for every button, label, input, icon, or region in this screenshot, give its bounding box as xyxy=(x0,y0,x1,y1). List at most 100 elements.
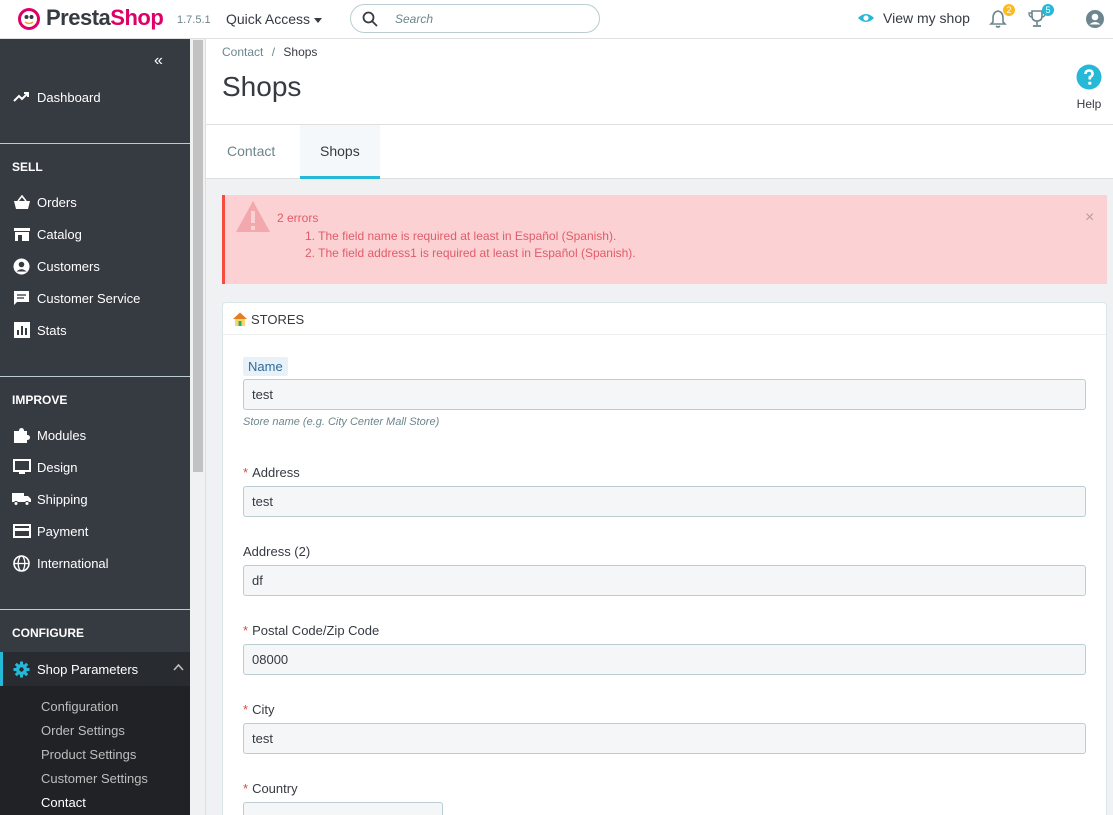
sidebar-item-label: Shop Parameters xyxy=(37,661,139,677)
quick-access-dropdown[interactable]: Quick Access xyxy=(226,11,323,27)
help-button[interactable]: Help xyxy=(1073,64,1105,111)
breadcrumb-current: Shops xyxy=(283,45,318,59)
version-label: 1.7.5.1 xyxy=(177,14,211,26)
country-select[interactable] xyxy=(243,802,443,815)
error-count: 2 errors xyxy=(277,211,319,225)
country-label: * Country xyxy=(243,781,298,796)
sidebar-item-international[interactable]: International xyxy=(12,552,109,574)
sidebar-item-orders[interactable]: Orders xyxy=(12,191,77,213)
city-label: * City xyxy=(243,702,274,717)
account-button[interactable] xyxy=(1085,9,1105,29)
name-field[interactable] xyxy=(243,379,1086,410)
postal-code-label: * Postal Code/Zip Code xyxy=(243,623,379,638)
postal-code-field[interactable] xyxy=(243,644,1086,675)
sidebar-item-label: Shipping xyxy=(37,491,88,507)
section-title-improve: IMPROVE xyxy=(12,393,68,407)
city-label-text: City xyxy=(252,702,275,717)
chevron-up-icon[interactable] xyxy=(173,664,184,671)
error-list: 1. The field name is required at least i… xyxy=(305,229,636,263)
sidebar-item-modules[interactable]: Modules xyxy=(12,424,86,446)
required-mark: * xyxy=(243,781,249,796)
sidebar-scrollbar-thumb[interactable] xyxy=(193,40,203,472)
brand-presta: Presta xyxy=(46,5,111,30)
panel-heading: STORES xyxy=(223,303,1106,335)
address-field[interactable] xyxy=(243,486,1086,517)
breadcrumb-separator: / xyxy=(271,45,276,59)
notification-badge: 2 xyxy=(1003,4,1015,16)
account-circle-icon xyxy=(12,257,31,276)
breadcrumb: Contact / Shops xyxy=(222,45,317,59)
required-mark: * xyxy=(243,702,249,717)
address-label: * Address xyxy=(243,465,300,480)
bar-chart-icon xyxy=(12,321,31,340)
shopping-basket-icon xyxy=(12,193,31,212)
name-help-text: Store name (e.g. City Center Mall Store) xyxy=(243,416,440,428)
sidebar-item-dashboard[interactable]: Dashboard xyxy=(12,86,101,108)
sidebar-item-customers[interactable]: Customers xyxy=(12,255,100,277)
sidebar-item-design[interactable]: Design xyxy=(12,456,77,478)
name-label: Name xyxy=(243,357,288,376)
sidebar-item-label: Stats xyxy=(37,322,67,338)
brand-shop: Shop xyxy=(110,5,164,30)
view-shop-label: View my shop xyxy=(883,10,970,26)
country-label-text: Country xyxy=(252,781,298,796)
sidebar-item-label: Catalog xyxy=(37,226,82,242)
tab-shops[interactable]: Shops xyxy=(300,125,380,179)
search-input[interactable] xyxy=(395,9,585,29)
sidebar-divider xyxy=(0,609,190,610)
tab-contact[interactable]: Contact xyxy=(207,125,295,179)
required-mark: * xyxy=(243,465,249,480)
trophy-button[interactable]: 5 xyxy=(1028,4,1054,29)
sidebar-item-payment[interactable]: Payment xyxy=(12,520,88,542)
trophy-badge: 5 xyxy=(1042,4,1054,16)
close-icon[interactable]: × xyxy=(1085,209,1094,227)
sidebar-item-label: Customers xyxy=(37,258,100,274)
section-title-sell: SELL xyxy=(12,160,43,174)
submenu-item-order-settings[interactable]: Order Settings xyxy=(41,723,125,738)
sidebar-item-label: Customer Service xyxy=(37,290,141,306)
sidebar-item-label: Modules xyxy=(37,427,87,443)
submenu-item-customer-settings[interactable]: Customer Settings xyxy=(41,771,148,786)
user-account-icon xyxy=(1086,10,1104,28)
sidebar-divider xyxy=(0,143,190,144)
submenu-item-contact[interactable]: Contact xyxy=(41,795,86,810)
question-circle-icon xyxy=(1076,64,1102,90)
chat-icon xyxy=(12,289,31,308)
search-box[interactable] xyxy=(350,4,600,33)
store-house-icon xyxy=(233,312,247,326)
search-icon[interactable] xyxy=(362,11,378,27)
eye-icon xyxy=(858,14,874,22)
submenu-item-product-settings[interactable]: Product Settings xyxy=(41,747,136,762)
error-item: 1. The field name is required at least i… xyxy=(305,229,617,243)
credit-card-icon xyxy=(12,522,31,541)
section-title-configure: CONFIGURE xyxy=(12,626,84,640)
sidebar-item-catalog[interactable]: Catalog xyxy=(12,223,82,245)
gear-icon xyxy=(12,660,31,679)
address2-field[interactable] xyxy=(243,565,1086,596)
submenu-item-configuration[interactable]: Configuration xyxy=(41,699,118,714)
tab-bar: Contact Shops xyxy=(206,124,1113,179)
required-mark: * xyxy=(243,623,249,638)
caret-down-icon xyxy=(314,17,323,23)
prestashop-logo-icon[interactable] xyxy=(17,7,41,31)
sidebar-item-label: Orders xyxy=(37,194,77,210)
sidebar-item-customer-service[interactable]: Customer Service xyxy=(12,287,140,309)
brand-logo[interactable]: PrestaShop xyxy=(46,5,164,31)
error-item: 2. The field address1 is required at lea… xyxy=(305,246,636,260)
sidebar-item-stats[interactable]: Stats xyxy=(12,319,67,341)
sidebar-item-label: International xyxy=(37,555,109,571)
address-label-text: Address xyxy=(252,465,300,480)
sidebar-item-shop-parameters-label[interactable]: Shop Parameters xyxy=(12,658,138,680)
view-my-shop-link[interactable]: View my shop xyxy=(857,10,970,26)
breadcrumb-parent-link[interactable]: Contact xyxy=(222,45,263,59)
sidebar-item-shipping[interactable]: Shipping xyxy=(12,488,88,510)
collapse-sidebar-icon[interactable]: « xyxy=(154,52,163,70)
warning-icon xyxy=(236,201,270,232)
sidebar-item-label: Dashboard xyxy=(37,89,101,105)
city-field[interactable] xyxy=(243,723,1086,754)
sidebar-item-label: Design xyxy=(37,459,78,475)
sidebar-item-label: Payment xyxy=(37,523,89,539)
sidebar-divider xyxy=(0,376,190,377)
page-title: Shops xyxy=(222,71,302,102)
notifications-bell-button[interactable]: 2 xyxy=(989,4,1015,29)
